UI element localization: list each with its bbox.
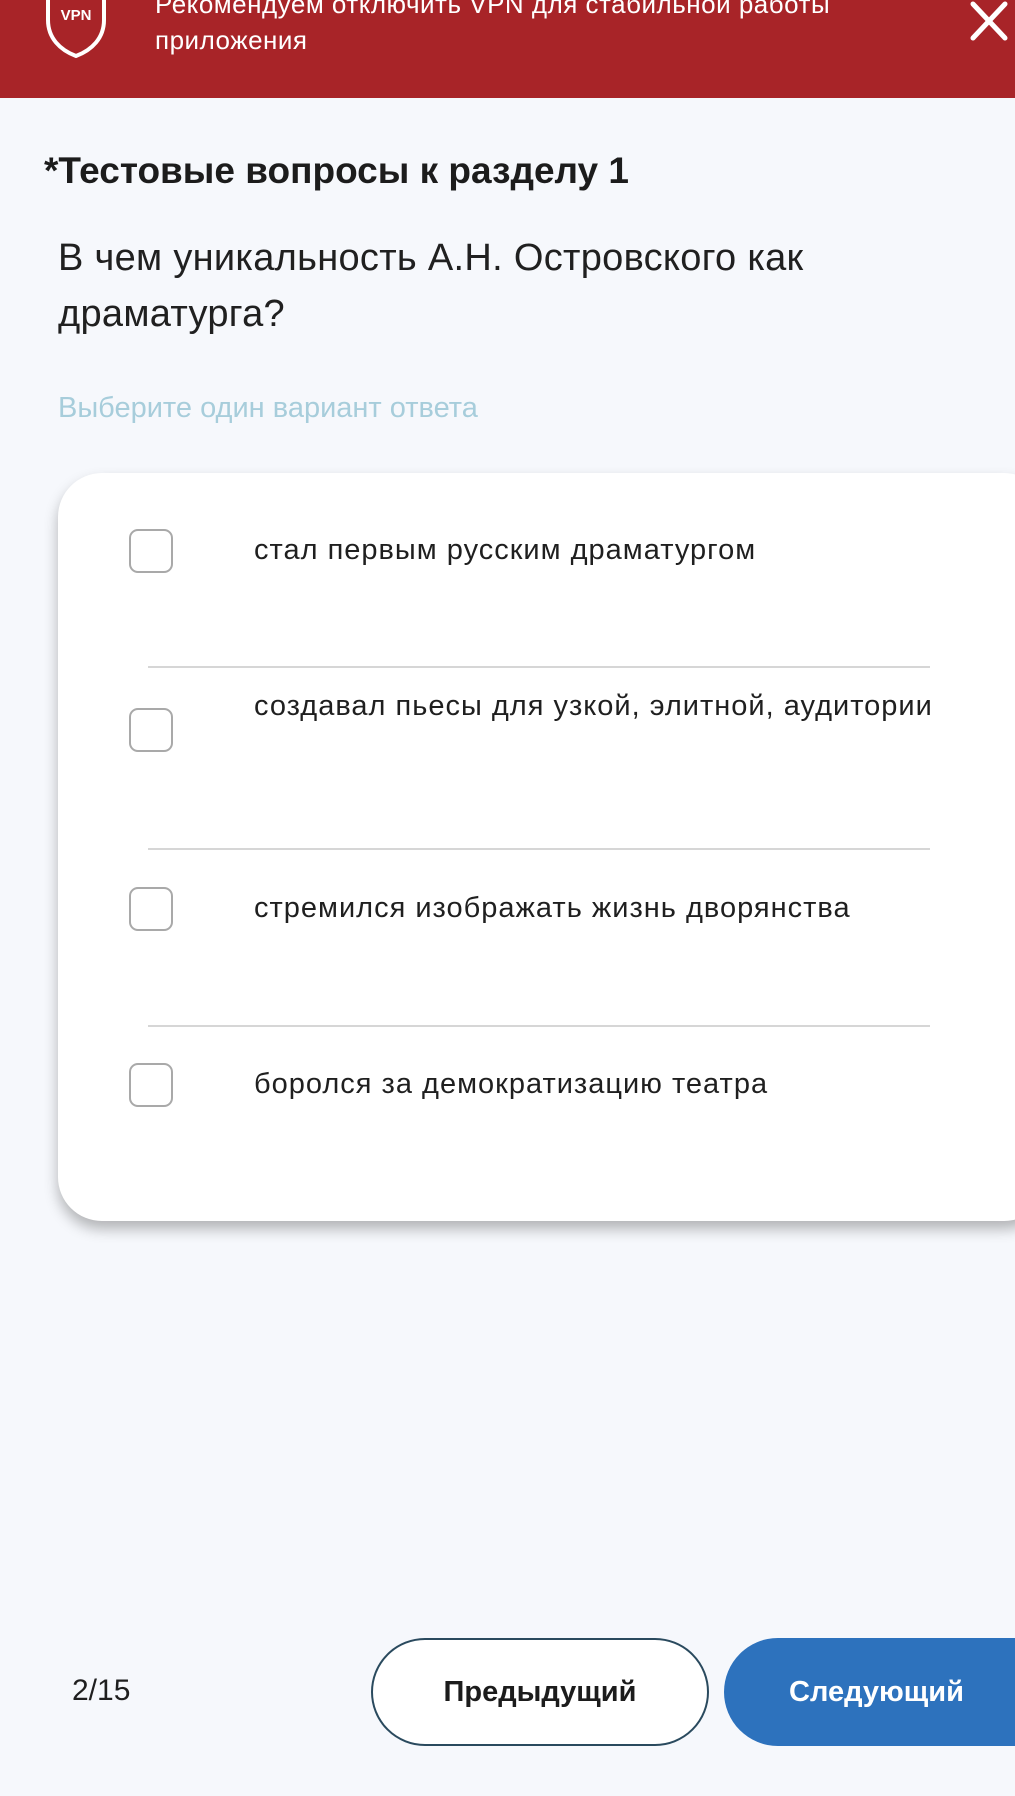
option-checkbox[interactable] (129, 529, 173, 573)
answer-option[interactable]: создавал пьесы для узкой, элитной, аудит… (58, 683, 1015, 823)
option-checkbox[interactable] (129, 1063, 173, 1107)
option-label: боролся за демократизацию театра (254, 1068, 769, 1100)
vpn-shield-label: VPN (61, 7, 92, 24)
vpn-shield-icon: VPN (46, 0, 106, 58)
section-title: *Тестовые вопросы к разделу 1 (44, 150, 629, 191)
option-checkbox[interactable] (129, 887, 173, 931)
previous-button[interactable]: Предыдущий (371, 1638, 709, 1746)
next-button[interactable]: Следующий (724, 1638, 1015, 1746)
option-label: стремился изображать жизнь дворянства (254, 892, 851, 924)
option-divider (148, 666, 930, 668)
option-checkbox[interactable] (129, 708, 173, 752)
answer-option[interactable]: стал первым русским драматургом (58, 529, 1015, 595)
answer-hint: Выберите один вариант ответа (58, 392, 478, 424)
option-label: стал первым русским драматургом (254, 534, 757, 566)
option-divider (148, 1025, 930, 1027)
question-text: В чем уникальность А.Н. Островского как … (58, 237, 804, 335)
banner-message: Рекомендуем отключить VPN для стабильной… (155, 0, 831, 55)
question-counter: 2/15 (72, 1674, 131, 1707)
answer-options-card: стал первым русским драматургом создавал… (58, 473, 1015, 1221)
vpn-warning-banner: VPN Рекомендуем отключить VPN для стабил… (0, 0, 1015, 98)
option-label: создавал пьесы для узкой, элитной, аудит… (254, 690, 933, 722)
answer-option[interactable]: боролся за демократизацию театра (58, 1048, 1015, 1148)
close-icon[interactable] (967, 0, 1011, 44)
option-divider (148, 848, 930, 850)
answer-option[interactable]: стремился изображать жизнь дворянства (58, 873, 1015, 973)
